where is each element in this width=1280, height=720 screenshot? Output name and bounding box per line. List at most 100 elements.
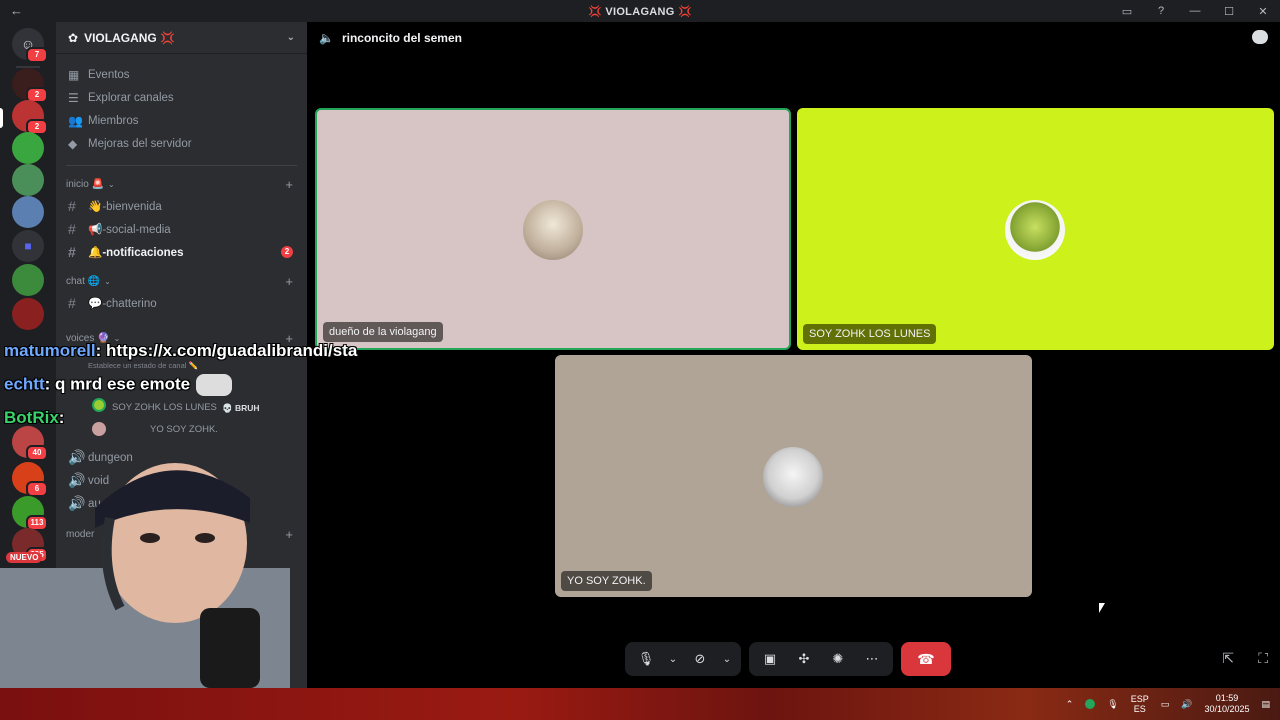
mouse-cursor-icon [1099,603,1105,613]
fullscreen-icon[interactable]: ⛶ [1258,650,1268,667]
chevron-down-icon[interactable]: ⌄ [719,644,735,674]
voice-user-avatar [92,422,106,436]
voice-user-name[interactable]: SOY ZOHK LOS LUNES [112,402,217,413]
streamer-webcam-image [0,463,290,688]
nav-label: Miembros [88,114,139,127]
participant-avatar [1005,200,1065,260]
participant-name: YO SOY ZOHK. [561,571,652,591]
emote-image [196,374,233,396]
tray-overflow-icon[interactable]: ⌃ [1066,699,1074,710]
hash-icon: # [68,220,76,237]
chat-user: BotRix [4,408,59,427]
help-icon[interactable]: ? [1144,5,1178,17]
nav-mejoras[interactable]: ◆ Mejoras del servidor [56,132,307,155]
disconnect-call-button[interactable]: ☎ [901,642,951,676]
add-channel-icon[interactable]: + [285,274,293,289]
channel-chatterino[interactable]: # 💬-chatterino [56,291,307,314]
overlay-chat-line: echtt: q mrd ese emote [4,374,233,396]
network-icon[interactable]: ▭ [1161,699,1170,710]
mention-badge: 2 [281,245,293,258]
notification-icon[interactable]: ▤ [1261,699,1270,710]
chevron-down-icon[interactable]: ⌄ [665,644,681,674]
microphone-icon[interactable]: 🎙 [1107,699,1118,710]
participant-tile[interactable]: SOY ZOHK LOS LUNES [797,108,1274,350]
screen-share-icon[interactable]: ▣ [755,644,785,674]
channel-title: rinconcito del semen [341,31,462,45]
server-icon[interactable] [12,132,44,164]
close-button[interactable]: ✕ [1246,5,1280,18]
voice-user-tag: 💀 BRUH [222,403,260,413]
inbox-icon[interactable]: ▭ [1110,5,1144,18]
server-icon[interactable]: 2 [12,68,48,103]
add-channel-icon[interactable]: + [285,177,293,192]
chat-bubble-icon[interactable] [1252,30,1268,44]
language-indicator[interactable]: ESP ES [1131,694,1149,714]
channel-label: 👋-bienvenida [88,200,162,213]
voice-call-area: 🔈 rinconcito del semen dueño de la viola… [307,22,1280,688]
popout-icon[interactable]: ⇱ [1222,650,1234,667]
nav-eventos[interactable]: ▦ Eventos [56,63,307,86]
nav-miembros[interactable]: 👥 Miembros [56,109,307,132]
list-icon: ☰ [68,90,79,105]
clock-date: 30/10/2025 [1204,704,1250,714]
hash-icon: # [68,197,76,214]
participant-tile[interactable]: YO SOY ZOHK. [555,355,1032,597]
participant-name: dueño de la violagang [323,322,443,342]
channel-social-media[interactable]: # 📢-social-media [56,217,307,240]
category-inicio[interactable]: inicio 🚨 ⌄ + [56,174,307,194]
divider [66,165,297,166]
soundboard-icon[interactable]: ✺ [823,644,853,674]
webcam-overlay [0,448,290,688]
more-options-icon[interactable]: ⋯ [857,644,887,674]
server-icon-violagang[interactable]: 2 [12,100,48,135]
camera-off-icon[interactable]: ⊘ [685,644,715,674]
microphone-icon[interactable]: 🎙 [631,644,661,674]
category-label: chat 🌐 [66,275,101,287]
title-bar: ← 💢 VIOLAGANG 💢 ▭ ? — ☐ ✕ [0,0,1280,22]
status-dot-icon[interactable] [1085,699,1096,709]
category-chat[interactable]: chat 🌐 ⌄ + [56,271,307,291]
chevron-down-icon: ⌄ [104,276,111,286]
system-tray: ⌃ 🎙 ESP ES ▭ 🔊 01:59 30/10/2025 ▤ [1066,688,1270,720]
channel-label: 📢-social-media [88,223,171,236]
channel-header: 🔈 rinconcito del semen [307,22,1280,54]
voice-user-name[interactable]: YO SOY ZOHK. [150,424,218,435]
clock-time: 01:59 [1215,693,1239,703]
windows-taskbar: ⌃ 🎙 ESP ES ▭ 🔊 01:59 30/10/2025 ▤ [0,688,1280,720]
server-icon[interactable] [12,264,44,296]
members-icon: 👥 [68,113,83,128]
speaker-icon: 🔈 [319,31,334,45]
chat-text: : https://x.com/guadalibrandi/sta [95,341,358,360]
channel-status-hint[interactable]: Establece un estado de canal ✏️ [88,361,198,370]
nav-label: Explorar canales [88,91,174,104]
share-control-group: ▣ ✣ ✺ ⋯ [749,642,893,676]
server-icon[interactable] [12,196,44,228]
chat-text: : q mrd ese emote [44,374,191,394]
discord-home-icon[interactable]: ☺ 7 [12,28,48,63]
channel-bienvenida[interactable]: # 👋-bienvenida [56,194,307,217]
hash-icon: # [68,294,76,311]
nav-explorar-canales[interactable]: ☰ Explorar canales [56,86,307,109]
channel-label: 💬-chatterino [88,297,157,310]
volume-icon[interactable]: 🔊 [1181,699,1192,710]
overlay-chat-line: BotRix: [4,408,64,428]
server-icon[interactable] [12,164,44,196]
clock[interactable]: 01:59 30/10/2025 [1204,693,1249,715]
server-name: VIOLAGANG 💢 [84,30,176,45]
maximize-button[interactable]: ☐ [1212,5,1246,18]
server-icon[interactable] [12,298,44,330]
call-controls: 🎙 ⌄ ⊘ ⌄ ▣ ✣ ✺ ⋯ ☎ [625,642,951,676]
folder-icon[interactable]: ■ [12,230,44,262]
nav-label: Eventos [88,68,130,81]
window-title: 💢 VIOLAGANG 💢 [587,5,693,18]
chat-user: echtt [4,374,45,394]
activities-icon[interactable]: ✣ [789,644,819,674]
category-label: inicio 🚨 [66,178,105,190]
participant-tile[interactable]: dueño de la violagang [315,108,791,350]
server-header[interactable]: ✿ VIOLAGANG 💢 ⌄ [56,22,307,54]
channel-label: 🔔-notificaciones [88,246,184,259]
minimize-button[interactable]: — [1178,5,1212,17]
selected-pill [0,108,3,128]
participant-avatar [763,447,823,507]
channel-notificaciones[interactable]: # 🔔-notificaciones 2 [56,240,307,263]
